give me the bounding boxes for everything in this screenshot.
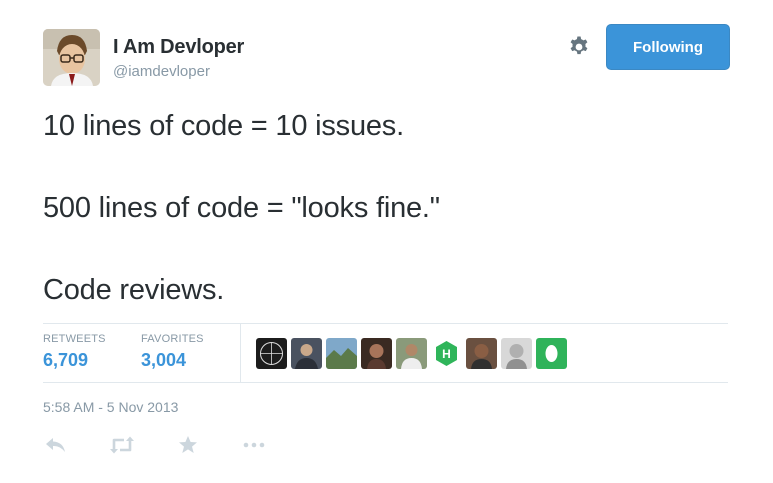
favorites-stat[interactable]: FAVORITES 3,004 — [141, 333, 204, 371]
favoriter-avatar-green[interactable] — [536, 338, 567, 369]
user-handle[interactable]: @iamdevloper — [113, 63, 210, 80]
avatar-image — [43, 29, 100, 86]
tweet-text: 10 lines of code = 10 issues. 500 lines … — [43, 106, 743, 311]
gear-icon[interactable] — [567, 35, 591, 59]
favorites-label: FAVORITES — [141, 333, 204, 345]
user-avatar[interactable] — [43, 29, 100, 86]
favoriter-avatar[interactable] — [501, 338, 532, 369]
tweet-line-2: 500 lines of code = "looks fine." — [43, 192, 440, 224]
retweets-count[interactable]: 6,709 — [43, 350, 106, 371]
favoriter-avatar-hexagon[interactable]: H — [431, 338, 462, 369]
favoriter-avatar[interactable] — [326, 338, 357, 369]
stats-divider-top — [43, 323, 728, 324]
stats-vertical-divider — [240, 323, 241, 382]
favoriter-avatar[interactable] — [361, 338, 392, 369]
following-button[interactable]: Following — [606, 24, 730, 70]
reply-icon[interactable] — [43, 432, 69, 458]
favoriter-avatar[interactable] — [291, 338, 322, 369]
favoriter-avatar[interactable] — [256, 338, 287, 369]
more-icon[interactable] — [241, 432, 267, 458]
favoriter-avatar[interactable] — [396, 338, 427, 369]
tweet-line-3: Code reviews. — [43, 274, 225, 306]
svg-text:H: H — [442, 347, 451, 361]
favorites-count[interactable]: 3,004 — [141, 350, 204, 371]
user-display-name[interactable]: I Am Devloper — [113, 36, 244, 59]
retweet-icon[interactable] — [109, 432, 135, 458]
stats-divider-bottom — [43, 382, 728, 383]
retweets-stat[interactable]: RETWEETS 6,709 — [43, 333, 106, 371]
favorite-star-icon[interactable] — [175, 432, 201, 458]
tweet-card: I Am Devloper @iamdevloper Following 10 … — [0, 0, 773, 483]
tweet-actions — [43, 432, 267, 458]
favoriters-avatars: H — [256, 338, 567, 369]
tweet-line-1: 10 lines of code = 10 issues. — [43, 110, 404, 142]
tweet-timestamp[interactable]: 5:58 AM - 5 Nov 2013 — [43, 399, 178, 415]
favoriter-avatar[interactable] — [466, 338, 497, 369]
retweets-label: RETWEETS — [43, 333, 106, 345]
